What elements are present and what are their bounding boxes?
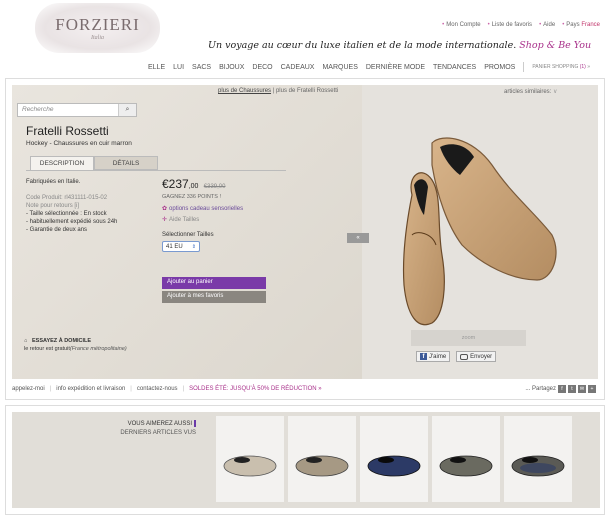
plus-icon: ✛ bbox=[162, 217, 168, 223]
bullet-warranty: - Garantie de deux ans bbox=[26, 227, 88, 233]
footer-links: appelez-moi | info expédition et livraiso… bbox=[12, 386, 322, 392]
tab-divider bbox=[26, 170, 286, 171]
breadcrumb-parent[interactable]: plus de Chaussures bbox=[218, 88, 271, 94]
call-me-link[interactable]: appelez-moi bbox=[12, 386, 45, 392]
collapse-button[interactable]: « bbox=[347, 233, 369, 243]
main-nav: ELLE LUI SACS BIJOUX DECO CADEAUX MARQUE… bbox=[148, 62, 590, 72]
facebook-icon: f bbox=[420, 353, 427, 360]
zoom-button[interactable]: zoom bbox=[411, 330, 526, 346]
recommendations-strip: VOUS AIMEREZ AUSSI DERNIERS ARTICLES VUS bbox=[5, 405, 605, 515]
email-share-icon[interactable]: ✉ bbox=[578, 385, 586, 393]
bullet-shipping: - habituellement expédié sous 24h bbox=[26, 219, 118, 225]
shipping-info-link[interactable]: info expédition et livraison bbox=[56, 386, 125, 392]
size-help-link[interactable]: ✛ Aide Tailles bbox=[162, 216, 199, 223]
social-buttons: f J'aime Envoyer bbox=[416, 351, 497, 362]
help-link[interactable]: • Aide bbox=[539, 22, 555, 28]
twitter-share-icon[interactable]: t bbox=[568, 385, 576, 393]
logo-name: FORZIERI bbox=[55, 15, 140, 34]
tab-details[interactable]: DÉTAILS bbox=[94, 156, 158, 170]
made-in: Fabriquées en Italie. bbox=[26, 179, 81, 185]
gift-icon: ✿ bbox=[162, 206, 168, 212]
search-icon[interactable]: ⌕ bbox=[118, 104, 136, 116]
tab-recently-viewed[interactable]: DERNIERS ARTICLES VUS bbox=[106, 429, 196, 438]
tagline: Un voyage au cœur du luxe italien et de … bbox=[208, 40, 592, 51]
size-select[interactable]: 41 EU ⇕ bbox=[162, 241, 200, 252]
nav-lui[interactable]: LUI bbox=[173, 64, 184, 71]
product-description: Fabriquées en Italie. Code Produit: rl43… bbox=[26, 178, 156, 234]
product-subtitle: Hockey - Chaussures en cuir marron bbox=[26, 140, 132, 147]
nav-marques[interactable]: MARQUES bbox=[322, 64, 357, 71]
favorites-link[interactable]: • Liste de favoris bbox=[488, 22, 532, 28]
nav-bijoux[interactable]: BIJOUX bbox=[219, 64, 244, 71]
old-price: €339,00 bbox=[203, 184, 226, 190]
send-button[interactable]: Envoyer bbox=[456, 351, 497, 362]
tab-you-may-like[interactable]: VOUS AIMEREZ AUSSI bbox=[106, 420, 196, 429]
nav-tendances[interactable]: TENDANCES bbox=[433, 64, 476, 71]
loyalty-points: GAGNEZ 336 POINTS ! bbox=[162, 194, 221, 200]
share-label: ... Partagez bbox=[525, 386, 556, 392]
product-thumbnail[interactable] bbox=[288, 416, 356, 502]
summer-sale-link[interactable]: SOLDES ÉTÉ: JUSQU'À 50% DE RÉDUCTION » bbox=[189, 386, 322, 392]
gift-options-link[interactable]: ✿ options cadeau sensorielles bbox=[162, 205, 243, 212]
select-arrow-icon: ⇕ bbox=[191, 243, 196, 250]
utility-links: • Mon Compte • Liste de favoris • Aide • Pay… bbox=[442, 22, 600, 28]
product-panel: plus de Chaussures | plus de Fratelli Ro… bbox=[5, 78, 605, 400]
bullet-stock: - Taille sélectionnée : En stock bbox=[26, 211, 107, 217]
breadcrumb: plus de Chaussures | plus de Fratelli Ro… bbox=[218, 88, 339, 94]
product-thumbnail[interactable] bbox=[432, 416, 500, 502]
nav-sacs[interactable]: SACS bbox=[192, 64, 211, 71]
contact-link[interactable]: contactez-nous bbox=[137, 386, 178, 392]
home-icon: ⌂ bbox=[24, 338, 28, 344]
breadcrumb-current[interactable]: plus de Fratelli Rossetti bbox=[276, 88, 338, 94]
nav-deco[interactable]: DECO bbox=[252, 64, 272, 71]
product-price: €237,00 €339,00 bbox=[162, 177, 226, 191]
product-thumbnail[interactable] bbox=[216, 416, 284, 502]
product-tabs: DESCRIPTION DÉTAILS bbox=[30, 156, 158, 170]
return-note[interactable]: Note pour retours [i] bbox=[26, 202, 156, 210]
product-brand: Fratelli Rossetti bbox=[26, 124, 109, 138]
facebook-share-icon[interactable]: f bbox=[558, 385, 566, 393]
facebook-like-button[interactable]: f J'aime bbox=[416, 351, 451, 362]
my-account-link[interactable]: • Mon Compte bbox=[442, 22, 480, 28]
shopping-cart-link[interactable]: PANIER SHOPPING (1) » bbox=[532, 64, 590, 70]
nav-promos[interactable]: PROMOS bbox=[484, 64, 515, 71]
home-trial: ⌂ ESSAYEZ À DOMICILE le retour est gratui… bbox=[24, 338, 127, 352]
nav-derniere-mode[interactable]: DERNIÈRE MODE bbox=[366, 64, 425, 71]
recommendations-tabs: VOUS AIMEREZ AUSSI DERNIERS ARTICLES VUS bbox=[106, 420, 196, 438]
similar-articles[interactable]: articles similaires: ∨ bbox=[504, 88, 557, 95]
nav-elle[interactable]: ELLE bbox=[148, 64, 165, 71]
nav-divider bbox=[523, 62, 525, 72]
size-label: Sélectionner Tailles bbox=[162, 232, 214, 238]
more-share-icon[interactable]: + bbox=[588, 385, 596, 393]
speech-bubble-icon bbox=[460, 353, 469, 360]
tab-description[interactable]: DESCRIPTION bbox=[30, 156, 94, 170]
logo-sub: Italia bbox=[91, 35, 104, 41]
chevron-down-icon: ∨ bbox=[553, 89, 558, 95]
country-selector[interactable]: • Pays France bbox=[562, 22, 600, 28]
product-thumbnail[interactable] bbox=[360, 416, 428, 502]
add-to-cart-button[interactable]: Ajouter au panier bbox=[162, 277, 266, 289]
forzieri-logo[interactable]: FORZIERI Italia bbox=[35, 3, 160, 53]
share-bar: ... Partagez f t ✉ + bbox=[525, 385, 596, 393]
shoe-back bbox=[431, 137, 557, 281]
product-thumbnail[interactable] bbox=[504, 416, 572, 502]
add-to-favorites-button[interactable]: Ajouter à mes favoris bbox=[162, 291, 266, 303]
nav-cadeaux[interactable]: CADEAUX bbox=[281, 64, 315, 71]
product-code: Code Produit: rl431111-015-02 bbox=[26, 195, 108, 201]
